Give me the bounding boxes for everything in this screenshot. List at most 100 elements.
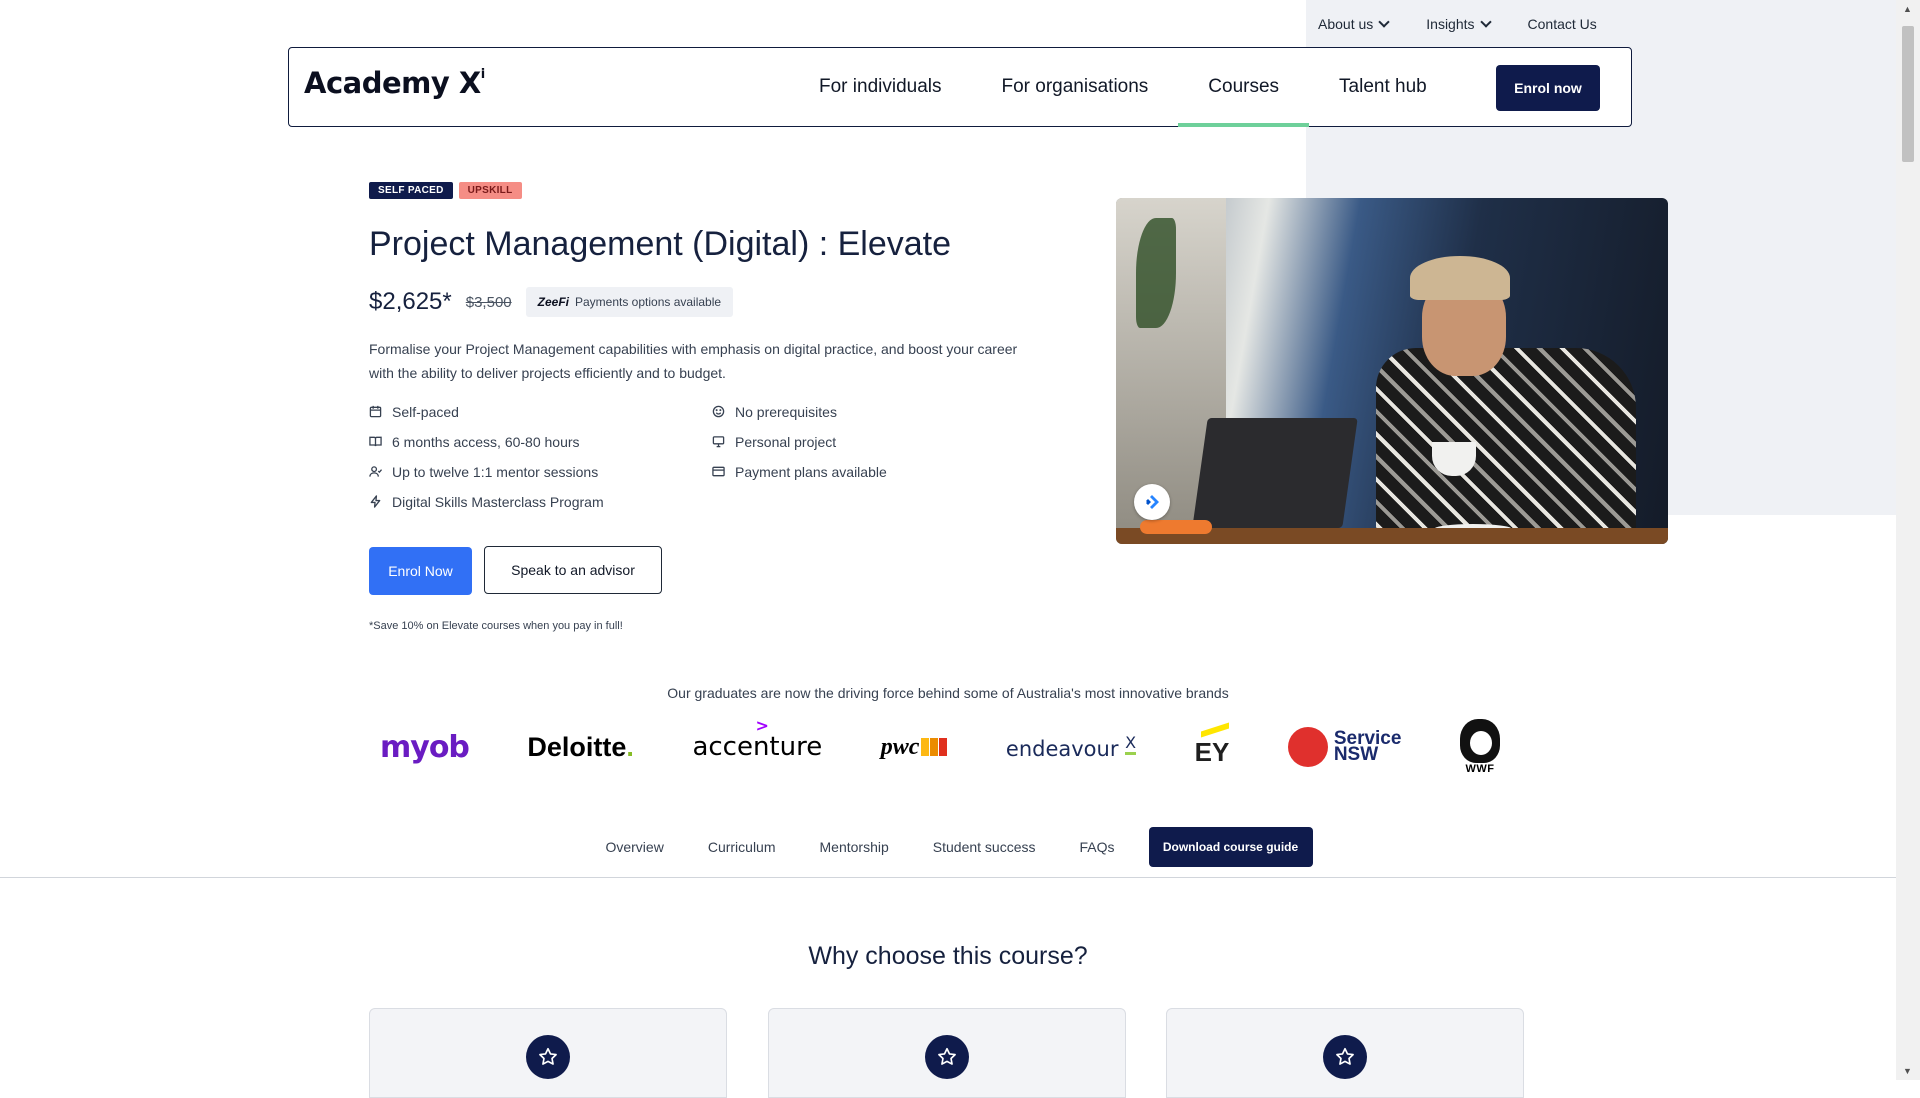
image-person-shirt: [1376, 348, 1636, 544]
pwc-logo: pwc: [881, 712, 948, 782]
accenture-mark: >: [755, 716, 769, 735]
pwc-blocks: [921, 738, 948, 756]
calendar-icon: [369, 405, 382, 418]
image-person-cap: [1410, 256, 1510, 300]
nav-courses[interactable]: Courses: [1178, 48, 1309, 127]
service-nsw-logo: Service NSW: [1287, 712, 1401, 782]
feature-access-duration: 6 months access, 60-80 hours: [369, 432, 712, 451]
lightning-icon: [369, 495, 382, 508]
accenture-logo: > accenture: [692, 712, 822, 782]
deloitte-logo: Deloitte.: [527, 712, 634, 782]
nav-for-individuals[interactable]: For individuals: [789, 48, 972, 126]
price-row: $2,625* $3,500 ZeeFi Payments options av…: [369, 287, 734, 317]
nsw-line2: NSW: [1333, 744, 1379, 765]
image-plant: [1136, 218, 1176, 328]
header-enrol-button[interactable]: Enrol now: [1496, 65, 1600, 111]
why-card: [1166, 1008, 1524, 1098]
myob-logo: myob: [380, 712, 470, 782]
feature-label: Self-paced: [392, 403, 459, 420]
star-icon: [526, 1035, 570, 1079]
site-header: Academy Xi For individuals For organisat…: [288, 47, 1632, 127]
contact-us-link[interactable]: Contact Us: [1528, 16, 1597, 32]
tag-self-paced: SELF PACED: [369, 182, 453, 199]
hero-image: [1116, 198, 1668, 544]
chevron-down-icon: [1479, 16, 1492, 28]
endeavour-logo-text: endeavour: [1005, 737, 1119, 761]
why-choose-title: Why choose this course?: [808, 942, 1088, 970]
book-icon: [369, 435, 382, 448]
scroll-down-arrow-icon[interactable]: ▼: [1903, 1066, 1912, 1076]
about-us-menu[interactable]: About us: [1318, 16, 1390, 32]
endeavour-logo: endeavour X: [1005, 712, 1137, 782]
insights-label: Insights: [1426, 16, 1475, 32]
star-icon: [1323, 1035, 1367, 1079]
panda-icon: [1459, 719, 1500, 763]
tabs-divider: [0, 877, 1896, 878]
nav-for-organisations[interactable]: For organisations: [972, 48, 1179, 126]
jira-icon: [1134, 484, 1170, 520]
feature-label: Personal project: [735, 433, 837, 450]
why-card: [768, 1008, 1126, 1098]
feature-payment-plans: Payment plans available: [712, 462, 949, 481]
course-features: Self-paced No prerequisites 6 months acc…: [369, 402, 949, 511]
page-scrollbar[interactable]: ▲ ▼: [1896, 0, 1920, 1080]
tab-student-success[interactable]: Student success: [911, 839, 1058, 855]
scroll-up-arrow-icon[interactable]: ▲: [1903, 4, 1912, 14]
ey-yellow-bar: [1200, 721, 1229, 738]
course-description: Formalise your Project Management capabi…: [369, 341, 1018, 381]
nav-talent-hub[interactable]: Talent hub: [1309, 48, 1457, 126]
brands-heading: Our graduates are now the driving force …: [667, 685, 1229, 701]
tab-mentorship[interactable]: Mentorship: [798, 839, 911, 855]
wwf-logo-text: WWF: [1465, 763, 1495, 775]
nsw-waratah-icon: [1287, 727, 1328, 767]
tag-upskill: UPSKILL: [458, 182, 522, 199]
enrol-now-button[interactable]: Enrol Now: [369, 547, 472, 595]
feature-mentor-sessions: Up to twelve 1:1 mentor sessions: [369, 462, 712, 481]
tab-curriculum[interactable]: Curriculum: [686, 839, 798, 855]
academy-x-logo[interactable]: Academy Xi: [304, 66, 485, 100]
logo-text: Academy X: [304, 66, 481, 100]
monitor-icon: [712, 435, 725, 448]
star-icon: [925, 1035, 969, 1079]
insights-menu[interactable]: Insights: [1426, 16, 1492, 32]
about-us-label: About us: [1318, 16, 1374, 32]
feature-masterclass: Digital Skills Masterclass Program: [369, 492, 712, 511]
savings-note: *Save 10% on Elevate courses when you pa…: [369, 620, 623, 632]
utility-nav: About us Insights Contact Us: [1306, 12, 1636, 36]
credit-card-icon: [712, 465, 725, 478]
feature-label: Payment plans available: [735, 463, 887, 480]
pwc-logo-text: pwc: [880, 733, 920, 760]
scrollbar-thumb[interactable]: [1902, 26, 1914, 162]
feature-personal-project: Personal project: [712, 432, 949, 451]
feature-label: Digital Skills Masterclass Program: [392, 493, 604, 510]
payment-options-text: Payments options available: [574, 295, 722, 309]
logo-superscript: i: [480, 67, 485, 83]
tab-faqs[interactable]: FAQs: [1058, 839, 1137, 855]
feature-label: 6 months access, 60-80 hours: [392, 433, 580, 450]
deloitte-logo-text: Deloitte: [527, 731, 627, 762]
contact-us-label: Contact Us: [1527, 16, 1597, 32]
payment-options-badge[interactable]: ZeeFi Payments options available: [525, 287, 734, 317]
smiley-icon: [712, 405, 725, 418]
course-title: Project Management (Digital) : Elevate: [369, 225, 952, 263]
wwf-logo: WWF: [1459, 712, 1500, 782]
course-section-tabs: Overview Curriculum Mentorship Student s…: [0, 817, 1896, 877]
speak-to-advisor-button[interactable]: Speak to an advisor: [484, 546, 662, 594]
main-nav: For individuals For organisations Course…: [789, 48, 1457, 127]
course-price: $2,625*: [369, 288, 452, 315]
chevron-down-icon: [1378, 16, 1390, 28]
myob-logo-text: myob: [380, 729, 470, 765]
feature-self-paced: Self-paced: [369, 402, 712, 421]
mentor-icon: [369, 465, 382, 478]
ey-logo: EY: [1194, 712, 1230, 782]
feature-label: No prerequisites: [735, 403, 837, 420]
image-pencil-case: [1140, 520, 1212, 534]
download-course-guide-button[interactable]: Download course guide: [1148, 827, 1313, 867]
endeavour-logo-x: X: [1125, 733, 1137, 755]
tab-overview[interactable]: Overview: [583, 839, 685, 855]
feature-label: Up to twelve 1:1 mentor sessions: [392, 463, 599, 480]
image-laptop: [1192, 418, 1358, 528]
feature-no-prerequisites: No prerequisites: [712, 402, 949, 421]
ey-logo-text: EY: [1194, 736, 1230, 767]
deloitte-logo-dot: .: [626, 731, 634, 762]
